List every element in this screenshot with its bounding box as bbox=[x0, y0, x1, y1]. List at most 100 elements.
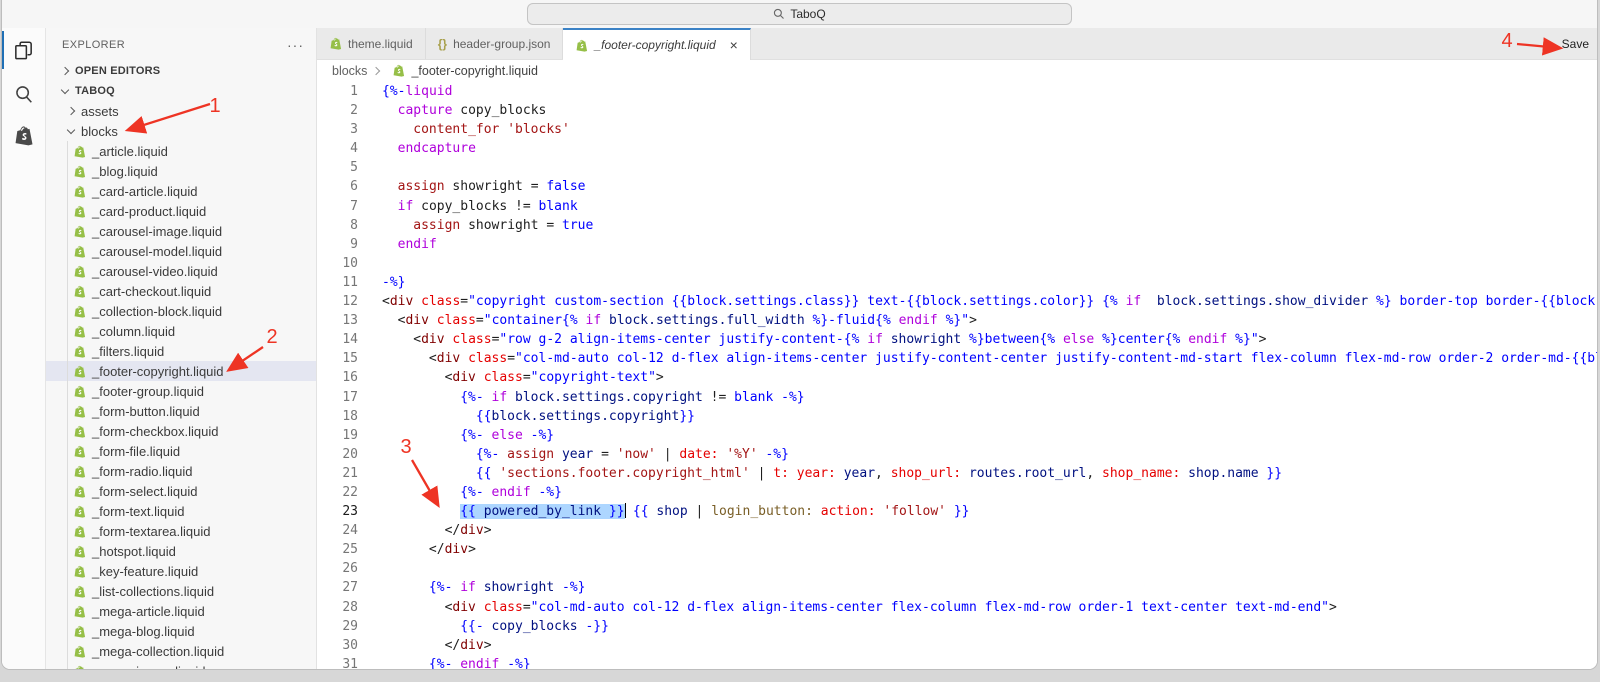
file-label: _mega-article.liquid bbox=[92, 603, 205, 619]
sidebar-file[interactable]: _article.liquid bbox=[46, 141, 316, 161]
shopify-liquid-icon bbox=[74, 625, 86, 638]
code-line[interactable]: 19 {%- else -%} bbox=[317, 426, 1597, 445]
line-number: 23 bbox=[342, 504, 358, 520]
tab-header-group.json[interactable]: {} header-group.json bbox=[425, 28, 564, 59]
code-line[interactable]: 17 {%- if block.settings.copyright != bla… bbox=[317, 388, 1597, 407]
file-label: _form-radio.liquid bbox=[92, 463, 193, 479]
sidebar-file[interactable]: _form-textarea.liquid bbox=[46, 521, 316, 541]
sidebar-file[interactable]: _form-checkbox.liquid bbox=[46, 421, 316, 441]
workspace-root[interactable]: TABOQ bbox=[46, 81, 316, 101]
line-number: 7 bbox=[350, 198, 358, 214]
sidebar-file[interactable]: _blog.liquid bbox=[46, 161, 316, 181]
shopify-liquid-icon bbox=[74, 305, 86, 318]
explorer-more-icon[interactable]: ··· bbox=[287, 37, 304, 53]
code-line[interactable]: 4 endcapture bbox=[317, 139, 1597, 158]
code-line[interactable]: 22 {%- endif -%} bbox=[317, 483, 1597, 502]
line-number: 4 bbox=[350, 141, 358, 157]
code-line[interactable]: 1 {%-liquid bbox=[317, 82, 1597, 101]
sidebar-file[interactable]: _filters.liquid bbox=[46, 341, 316, 361]
sidebar-file[interactable]: _form-button.liquid bbox=[46, 401, 316, 421]
sidebar-file[interactable]: _column.liquid bbox=[46, 321, 316, 341]
open-editors-label: OPEN EDITORS bbox=[75, 65, 161, 77]
code-line[interactable]: 15 <div class="col-md-auto col-12 d-flex … bbox=[317, 349, 1597, 368]
code-line[interactable]: 7 if copy_blocks != blank bbox=[317, 197, 1597, 216]
line-number: 9 bbox=[350, 236, 358, 252]
sidebar-file[interactable]: _mega-image.liquid bbox=[46, 661, 316, 669]
sidebar-file[interactable]: _form-select.liquid bbox=[46, 481, 316, 501]
code-line[interactable]: 6 assign showright = false bbox=[317, 177, 1597, 196]
save-button[interactable]: Save bbox=[1562, 28, 1589, 60]
open-editors-section[interactable]: OPEN EDITORS bbox=[46, 61, 316, 81]
code-line[interactable]: 28 <div class="col-md-auto col-12 d-flex … bbox=[317, 598, 1597, 617]
sidebar-file[interactable]: _card-product.liquid bbox=[46, 201, 316, 221]
code-line[interactable]: 25 </div> bbox=[317, 540, 1597, 559]
sidebar-file[interactable]: _list-collections.liquid bbox=[46, 581, 316, 601]
code-line[interactable]: 11 -%} bbox=[317, 273, 1597, 292]
code-line[interactable]: 21{{ 'sections.footer.copyright_html' | … bbox=[317, 464, 1597, 483]
activitybar-explorer[interactable] bbox=[2, 28, 45, 72]
code-line[interactable]: 20 {%- assign year = 'now' | date: '%Y' -… bbox=[317, 445, 1597, 464]
code-line[interactable]: 13 <div class="container{% if block.setti… bbox=[317, 311, 1597, 330]
code-line[interactable]: 26 bbox=[317, 559, 1597, 578]
sidebar-file[interactable]: _form-file.liquid bbox=[46, 441, 316, 461]
tab-label: header-group.json bbox=[453, 36, 551, 51]
breadcrumb-file[interactable]: _footer-copyright.liquid bbox=[411, 64, 537, 78]
code-line[interactable]: 3 content_for 'blocks' bbox=[317, 120, 1597, 139]
tab-_footer-copyright.liquid[interactable]: _footer-copyright.liquid × bbox=[563, 28, 751, 60]
breadcrumb[interactable]: blocks _footer-copyright.liquid bbox=[317, 60, 1597, 82]
files-icon bbox=[15, 40, 32, 59]
code-line[interactable]: 18 {{block.settings.copyright}} bbox=[317, 407, 1597, 426]
breadcrumb-file-icon-slot bbox=[392, 63, 405, 80]
close-icon[interactable]: × bbox=[730, 38, 738, 52]
code-line[interactable]: 5 bbox=[317, 158, 1597, 177]
file-label: _footer-group.liquid bbox=[92, 383, 205, 399]
line-number: 30 bbox=[342, 637, 358, 653]
sidebar-file[interactable]: _hotspot.liquid bbox=[46, 541, 316, 561]
code-line[interactable]: 29 {{- copy_blocks -}} bbox=[317, 617, 1597, 636]
code-line[interactable]: 10 bbox=[317, 254, 1597, 273]
line-number: 21 bbox=[342, 465, 358, 481]
code-line[interactable]: 30 </div> bbox=[317, 636, 1597, 655]
sidebar-file[interactable]: _form-radio.liquid bbox=[46, 461, 316, 481]
line-number: 10 bbox=[342, 255, 358, 271]
line-number: 24 bbox=[342, 523, 358, 539]
code-line[interactable]: 24 </div> bbox=[317, 521, 1597, 540]
code-line[interactable]: 12 <div class="copyright custom-section {… bbox=[317, 292, 1597, 311]
sidebar-file[interactable]: _collection-block.liquid bbox=[46, 301, 316, 321]
sidebar-file[interactable]: _footer-copyright.liquid bbox=[46, 361, 316, 381]
line-number: 5 bbox=[350, 160, 358, 176]
code-line[interactable]: 9 endif bbox=[317, 235, 1597, 254]
file-list: _article.liquid _blog.liquid _card-artic… bbox=[46, 141, 316, 669]
tab-theme.liquid[interactable]: theme.liquid bbox=[317, 28, 426, 59]
code-line[interactable]: 8 assign showright = true bbox=[317, 216, 1597, 235]
line-number: 28 bbox=[342, 599, 358, 615]
sidebar-file[interactable]: _card-article.liquid bbox=[46, 181, 316, 201]
code-editor[interactable]: 1 {%-liquid 2 capture copy_blocks 3 content_f… bbox=[317, 82, 1597, 669]
sidebar-file[interactable]: _footer-group.liquid bbox=[46, 381, 316, 401]
folder-assets[interactable]: assets bbox=[46, 101, 316, 121]
activitybar-search[interactable] bbox=[2, 72, 45, 116]
breadcrumb-folder[interactable]: blocks bbox=[332, 64, 367, 78]
line-number: 16 bbox=[342, 370, 358, 386]
sidebar-file[interactable]: _cart-checkout.liquid bbox=[46, 281, 316, 301]
sidebar-file[interactable]: _carousel-image.liquid bbox=[46, 221, 316, 241]
code-line[interactable]: 2 capture copy_blocks bbox=[317, 101, 1597, 120]
code-line[interactable]: 23{{ powered_by_link }} {{ shop | login_… bbox=[317, 502, 1597, 521]
sidebar-file[interactable]: _mega-collection.liquid bbox=[46, 641, 316, 661]
sidebar-file[interactable]: _key-feature.liquid bbox=[46, 561, 316, 581]
code-line[interactable]: 27 {%- if showright -%} bbox=[317, 578, 1597, 597]
code-line[interactable]: 16 <div class="copyright-text"> bbox=[317, 368, 1597, 387]
sidebar-file[interactable]: _carousel-model.liquid bbox=[46, 241, 316, 261]
json-icon: {} bbox=[437, 36, 448, 51]
activitybar-shopify[interactable] bbox=[2, 116, 45, 160]
code-line[interactable]: 31 {%- endif -%} bbox=[317, 655, 1597, 669]
sidebar-file[interactable]: _mega-blog.liquid bbox=[46, 621, 316, 641]
sidebar-file[interactable]: _form-text.liquid bbox=[46, 501, 316, 521]
sidebar-file[interactable]: _carousel-video.liquid bbox=[46, 261, 316, 281]
code-line[interactable]: 14 <div class="row g-2 align-items-center… bbox=[317, 330, 1597, 349]
command-center-search[interactable]: TaboQ bbox=[527, 3, 1072, 25]
chevron-down-icon bbox=[60, 85, 70, 94]
folder-blocks[interactable]: blocks bbox=[46, 121, 316, 141]
sidebar-file[interactable]: _mega-article.liquid bbox=[46, 601, 316, 621]
chevron-right-icon bbox=[372, 66, 381, 76]
